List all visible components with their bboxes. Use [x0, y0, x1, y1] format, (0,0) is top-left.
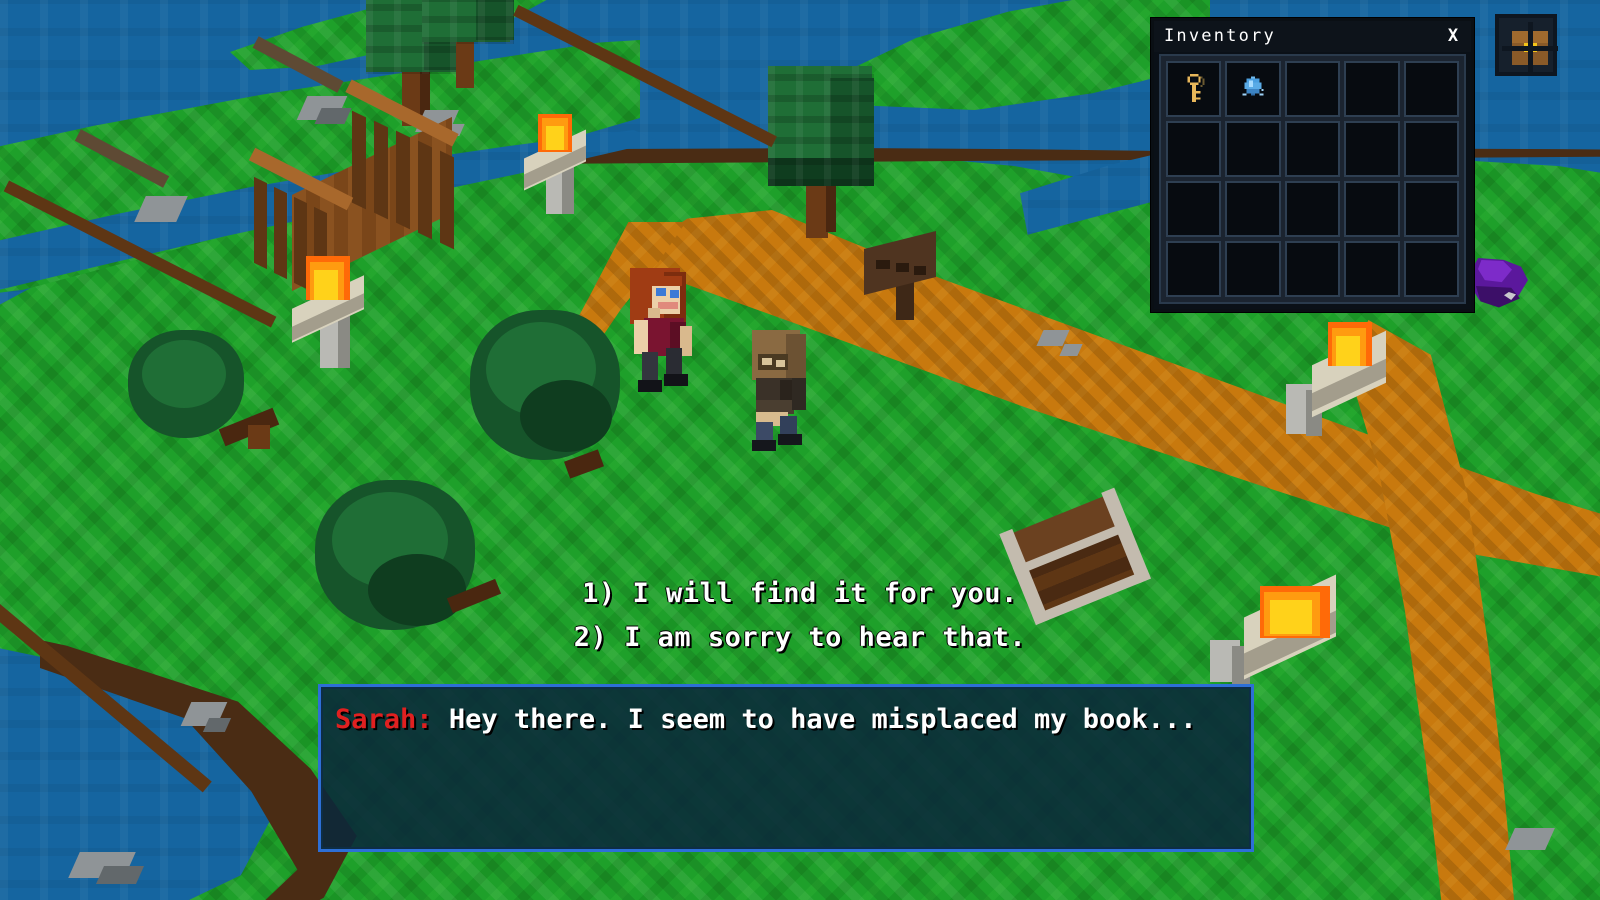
bush-shade — [520, 380, 612, 452]
purple-crystal[interactable] — [1470, 252, 1532, 310]
close-icon[interactable]: X — [1443, 25, 1463, 47]
tree — [762, 58, 882, 238]
speaker-name: Sarah: — [335, 704, 433, 735]
inventory-slot[interactable] — [1166, 121, 1222, 177]
inventory-slot[interactable] — [1403, 241, 1459, 297]
inventory-slot[interactable] — [1344, 61, 1400, 117]
inventory-slot[interactable] — [1225, 121, 1281, 177]
inventory-slot[interactable] — [1225, 181, 1281, 237]
inventory-slot[interactable] — [1403, 181, 1459, 237]
inventory-slot[interactable] — [1284, 61, 1341, 117]
rock — [95, 866, 145, 884]
gem-icon[interactable] — [1227, 63, 1278, 115]
log-stump — [248, 425, 270, 449]
inventory-grid — [1166, 61, 1459, 297]
inventory-toggle-button[interactable] — [1495, 14, 1558, 76]
game-screen: Inventory X 1) I will find it for you. 2… — [0, 0, 1600, 900]
inventory-slot[interactable] — [1344, 121, 1400, 177]
inventory-slot[interactable] — [1284, 181, 1341, 237]
bush-highlight — [142, 340, 226, 408]
dialogue-line: Sarah: Hey there. I seem to have misplac… — [335, 703, 1237, 737]
bag-icon — [1502, 22, 1558, 76]
inventory-titlebar: Inventory X — [1154, 21, 1471, 52]
brazier[interactable] — [282, 250, 378, 370]
inventory-slot[interactable] — [1403, 121, 1459, 177]
inventory-slot[interactable] — [1225, 241, 1281, 297]
dialogue-option-1[interactable]: 1) I will find it for you. — [0, 572, 1600, 616]
inventory-slot[interactable] — [1166, 181, 1222, 237]
signpost[interactable] — [862, 231, 946, 322]
tree — [420, 0, 520, 90]
inventory-slot[interactable] — [1166, 241, 1222, 297]
dialogue-option-2[interactable]: 2) I am sorry to hear that. — [0, 616, 1600, 660]
inventory-slot[interactable] — [1284, 241, 1341, 297]
inventory-body — [1159, 54, 1466, 304]
inventory-slot[interactable] — [1344, 181, 1400, 237]
brazier[interactable] — [1272, 312, 1388, 444]
inventory-title: Inventory — [1164, 26, 1276, 46]
player-character[interactable] — [744, 330, 816, 451]
inventory-slot[interactable] — [1344, 241, 1400, 297]
inventory-panel[interactable]: Inventory X — [1151, 18, 1474, 312]
brazier[interactable] — [512, 104, 598, 220]
key-icon[interactable] — [1168, 63, 1219, 115]
sarah-npc[interactable] — [626, 268, 698, 393]
inventory-slot[interactable] — [1284, 121, 1341, 177]
dialogue-text: Hey there. I seem to have misplaced my b… — [448, 704, 1197, 735]
inventory-slot[interactable] — [1166, 61, 1222, 117]
dialogue-options: 1) I will find it for you. 2) I am sorry… — [0, 572, 1600, 660]
inventory-slot[interactable] — [1403, 61, 1459, 117]
wooden-gate[interactable] — [248, 79, 486, 300]
inventory-slot[interactable] — [1225, 61, 1281, 117]
dialogue-box[interactable]: Sarah: Hey there. I seem to have misplac… — [318, 684, 1254, 852]
